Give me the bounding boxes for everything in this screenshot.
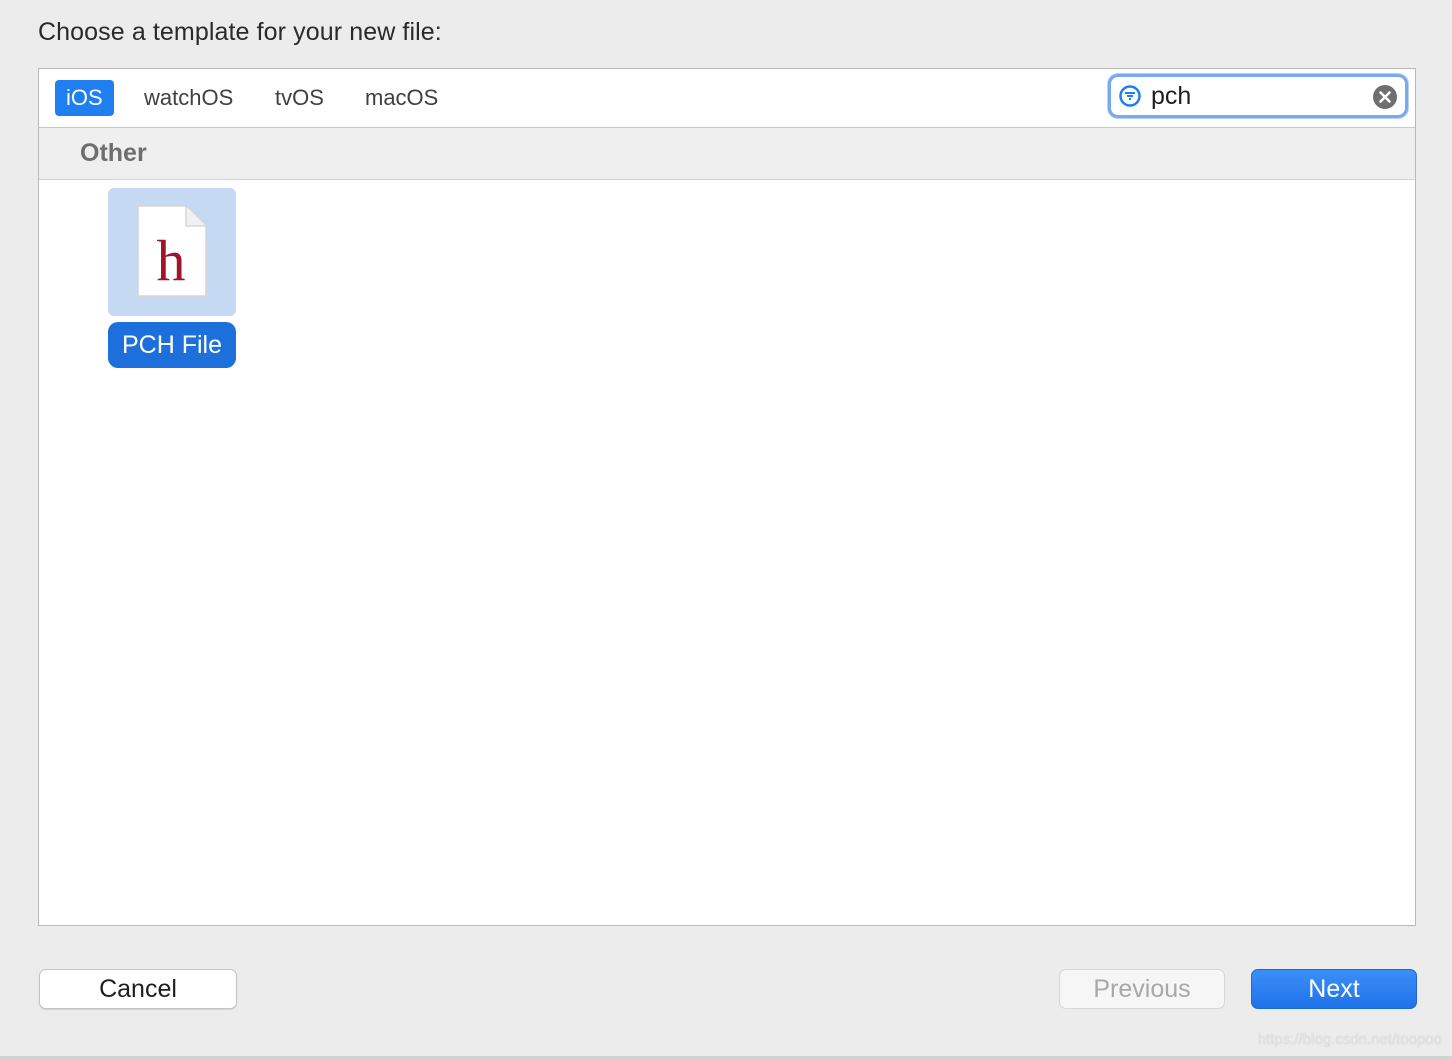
search-input[interactable] <box>1151 80 1361 112</box>
header-file-glyph: h <box>157 228 186 293</box>
section-title: Other <box>80 139 147 167</box>
previous-button[interactable]: Previous <box>1059 969 1225 1009</box>
tab-tvos[interactable]: tvOS <box>264 80 335 116</box>
clear-icon[interactable] <box>1373 85 1397 109</box>
template-tile-pch-file[interactable]: h PCH File <box>108 188 236 368</box>
next-button[interactable]: Next <box>1251 969 1417 1009</box>
template-label[interactable]: PCH File <box>108 322 236 368</box>
dialog-title: Choose a template for your new file: <box>38 18 442 46</box>
search-field[interactable] <box>1108 74 1408 118</box>
header-file-icon: h <box>137 205 207 297</box>
template-panel: iOS watchOS tvOS macOS Other <box>38 68 1416 926</box>
tab-macos[interactable]: macOS <box>354 80 449 116</box>
bottom-divider <box>0 1056 1452 1060</box>
platform-tab-bar: iOS watchOS tvOS macOS <box>39 69 1415 128</box>
filter-icon <box>1119 85 1141 107</box>
section-header: Other <box>39 128 1415 180</box>
tab-watchos[interactable]: watchOS <box>133 80 244 116</box>
template-icon-container[interactable]: h <box>108 188 236 316</box>
cancel-button[interactable]: Cancel <box>39 969 237 1009</box>
tab-ios[interactable]: iOS <box>55 80 114 116</box>
watermark: https://blog.csdn.net/toopoo <box>1257 1031 1442 1048</box>
